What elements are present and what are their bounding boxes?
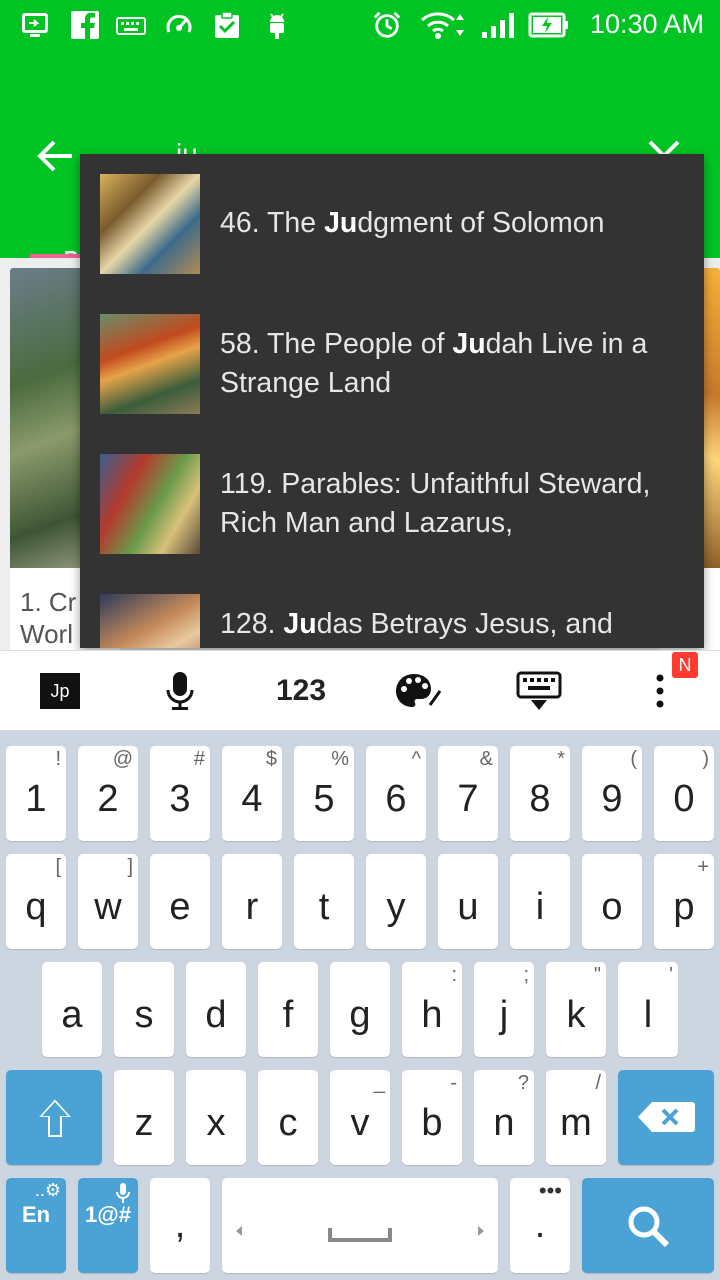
key-h[interactable]: h: [402,962,462,1057]
key-5[interactable]: 5% [294,746,354,841]
keyboard-hide-icon[interactable] [516,671,562,711]
key-2[interactable]: 2 @ [78,746,138,841]
key-q[interactable]: q[ [6,854,66,949]
key-v[interactable]: v _ [330,1070,390,1165]
suggestion-thumbnail [100,594,200,648]
wifi-icon [420,10,470,40]
suggestion-thumbnail [100,454,200,554]
suggestion-text: 119. Parables: Unfaithful Steward, Rich … [220,468,651,539]
key-t[interactable]: t [294,854,354,949]
key-z[interactable]: z [114,1070,174,1165]
clipboard-check-icon [212,10,242,40]
key-y[interactable]: y [366,854,426,949]
key-s[interactable]: s [114,962,174,1057]
backspace-key[interactable] [618,1070,714,1165]
key-b[interactable]: b- [402,1070,462,1165]
key-e[interactable]: e [150,854,210,949]
search-key[interactable] [582,1178,714,1273]
facebook-icon [70,10,100,40]
microphone-icon[interactable] [160,671,200,711]
search-suggestions: 46. The Judgment of Solomon 58. The Peop… [80,154,704,648]
jp-label: Jp [40,673,80,709]
key-n[interactable]: n? [474,1070,534,1165]
japanese-mode-button[interactable]: Jp [38,671,82,711]
keyboard: 1! 2 @ 3 # 4 $ 5% 6 ^ 7 & 8 * 9( 0) q[ w] e r … [0,730,720,1280]
key-p[interactable]: p + [654,854,714,949]
number-mode-button[interactable]: 123 [266,671,336,711]
key-8[interactable]: 8 * [510,746,570,841]
status-time: 10:30 AM [589,9,704,39]
back-arrow-icon[interactable] [34,134,78,178]
speed-icon [164,10,194,40]
screen-cast-icon [20,10,50,40]
key-3[interactable]: 3 # [150,746,210,841]
key-6[interactable]: 6 ^ [366,746,426,841]
key-m[interactable]: m / [546,1070,606,1165]
key-w[interactable]: w] [78,854,138,949]
key-j[interactable]: j; [474,962,534,1057]
key-k[interactable]: k " [546,962,606,1057]
key-4[interactable]: 4 $ [222,746,282,841]
notification-badge: N [672,652,698,678]
suggestion-text: 46. The Judgment of Solomon [220,207,605,239]
key-r[interactable]: r [222,854,282,949]
backspace-icon [638,1102,695,1132]
key-g[interactable]: g [330,962,390,1057]
key-f[interactable]: f [258,962,318,1057]
key-0[interactable]: 0) [654,746,714,841]
key-comma[interactable]: , [150,1178,210,1273]
language-key[interactable]: ..⚙ En [6,1178,66,1273]
keyboard-icon [116,10,146,40]
search-icon [628,1206,670,1248]
symbols-key[interactable]: 1@# [78,1178,138,1273]
shift-arrow-icon [34,1096,76,1139]
suggestion-text: 58. The People of Judah Live in a Strang… [220,328,648,399]
shift-key[interactable] [6,1070,102,1165]
suggestion-item[interactable]: 128. Judas Betrays Jesus, and [80,574,704,648]
story-title: 1. Cr Worl [20,587,77,649]
status-bar: 10:30 AM [0,0,720,50]
space-bar-icon [236,1226,484,1242]
keyboard-toolbar: Jp 123 [0,650,720,730]
space-key[interactable] [222,1178,498,1273]
key-o[interactable]: o [582,854,642,949]
key-u[interactable]: u [438,854,498,949]
key-d[interactable]: d [186,962,246,1057]
suggestion-item[interactable]: 119. Parables: Unfaithful Steward, Rich … [80,434,704,574]
key-i[interactable]: i [510,854,570,949]
key-period[interactable]: ••• . [510,1178,570,1273]
suggestion-item[interactable]: 58. The People of Judah Live in a Strang… [80,294,704,434]
suggestion-thumbnail [100,174,200,274]
battery-charging-icon [528,10,570,40]
key-l[interactable]: l ' [618,962,678,1057]
theme-palette-icon[interactable] [394,671,444,711]
android-icon [262,10,292,40]
key-1[interactable]: 1! [6,746,66,841]
suggestion-thumbnail [100,314,200,414]
more-options-icon[interactable] [650,671,670,711]
alarm-icon [372,10,402,40]
suggestion-text: 128. Judas Betrays Jesus, and [220,608,613,640]
key-9[interactable]: 9( [582,746,642,841]
signal-icon [480,10,520,40]
key-a[interactable]: a [42,962,102,1057]
suggestion-item[interactable]: 46. The Judgment of Solomon [80,154,704,294]
key-7[interactable]: 7 & [438,746,498,841]
key-c[interactable]: c [258,1070,318,1165]
key-x[interactable]: x [186,1070,246,1165]
